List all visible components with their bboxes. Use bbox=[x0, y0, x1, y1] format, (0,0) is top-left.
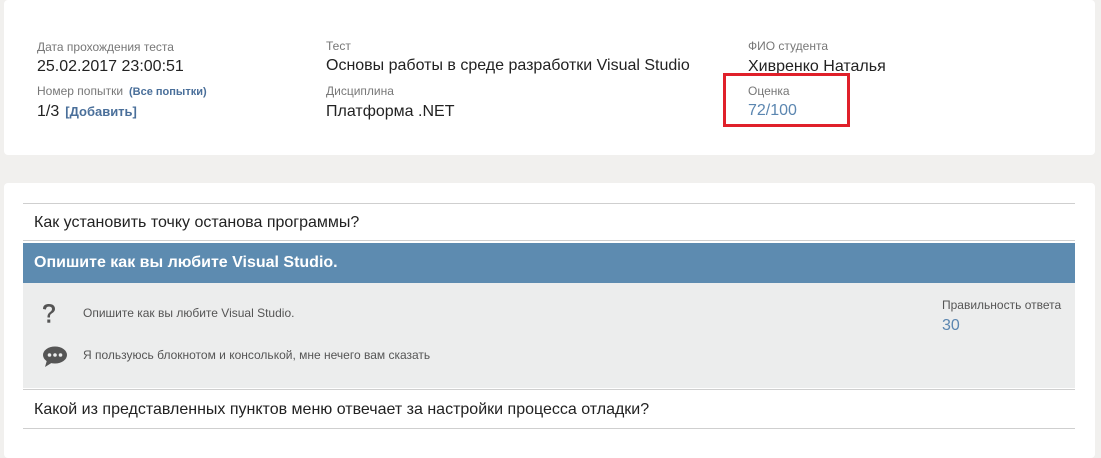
question-item-3[interactable]: Какой из представленных пунктов меню отв… bbox=[23, 389, 1075, 429]
test-label: Тест bbox=[326, 39, 351, 53]
comment-icon bbox=[42, 346, 70, 373]
correctness-label: Правильность ответа bbox=[942, 298, 1062, 312]
date-label: Дата прохождения теста bbox=[37, 40, 174, 54]
test-value: Основы работы в среде разработки Visual … bbox=[326, 57, 690, 74]
attempt-row: Номер попытки (Все попытки) bbox=[37, 84, 207, 98]
question-detail-panel: Опишите как вы любите Visual Studio. Я п… bbox=[23, 283, 1075, 388]
all-attempts-link[interactable]: (Все попытки) bbox=[129, 86, 207, 98]
student-label: ФИО студента bbox=[748, 39, 828, 53]
correctness-value: 30 bbox=[942, 317, 960, 334]
question-item-1[interactable]: Как установить точку останова программы? bbox=[23, 203, 1075, 241]
score-highlight-box bbox=[723, 73, 850, 127]
attempt-label: Номер попытки bbox=[37, 84, 124, 98]
discipline-value: Платформа .NET bbox=[326, 103, 455, 120]
attempt-value-row: 1/3 [Добавить] bbox=[37, 103, 137, 121]
question-text: Опишите как вы любите Visual Studio. bbox=[83, 306, 295, 320]
answer-text: Я пользуюсь блокнотом и консолькой, мне … bbox=[83, 348, 431, 362]
question-icon bbox=[41, 303, 57, 330]
add-attempt-link[interactable]: [Добавить] bbox=[65, 104, 137, 119]
attempt-value: 1/3 bbox=[37, 103, 60, 120]
date-value: 25.02.2017 23:00:51 bbox=[37, 58, 184, 75]
discipline-label: Дисциплина bbox=[326, 84, 394, 98]
test-info-card bbox=[4, 0, 1095, 155]
question-item-2-active[interactable]: Опишите как вы любите Visual Studio. bbox=[23, 243, 1075, 283]
